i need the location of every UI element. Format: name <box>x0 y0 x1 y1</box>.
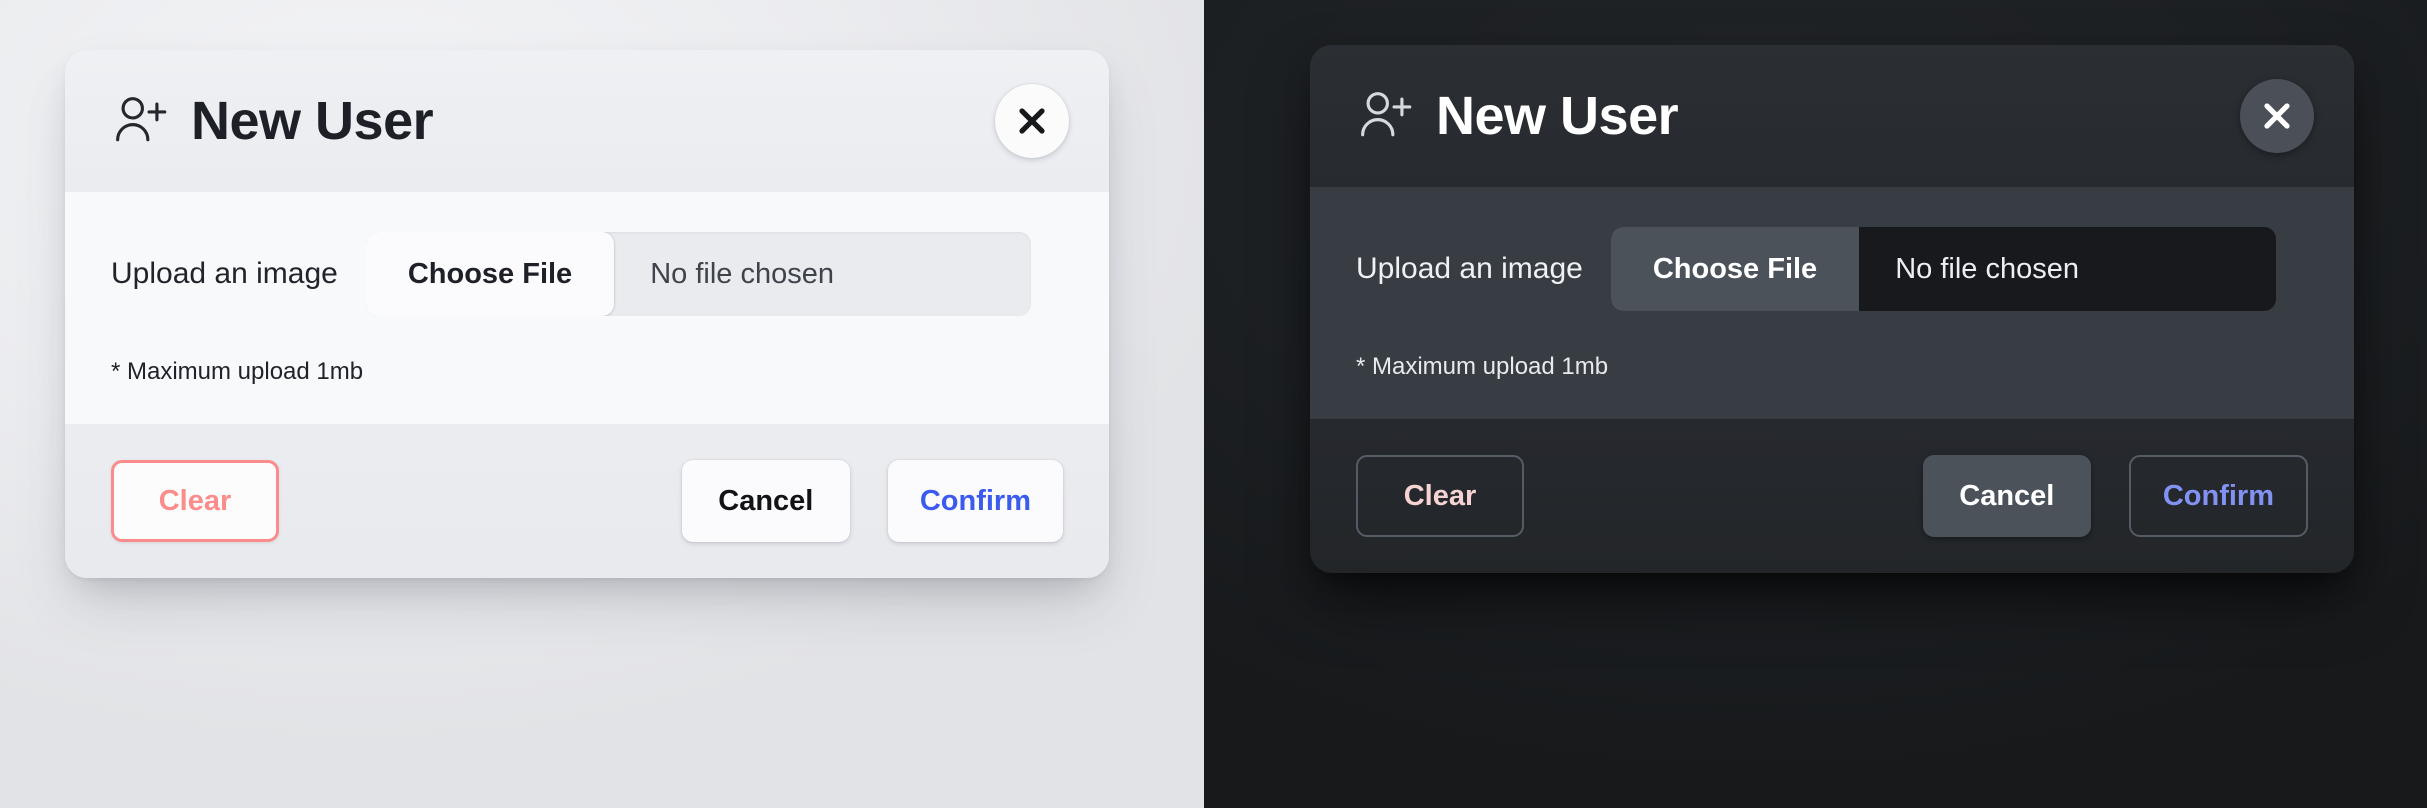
modal-footer: Clear Cancel Confirm <box>65 424 1109 578</box>
confirm-button[interactable]: Confirm <box>887 460 1063 542</box>
modal-body: Upload an image Choose File No file chos… <box>1310 187 2354 419</box>
file-input[interactable]: Choose File No file chosen <box>365 232 1031 316</box>
close-icon <box>1019 108 1045 134</box>
close-icon <box>2264 103 2290 129</box>
upload-row: Upload an image Choose File No file chos… <box>1356 227 2308 311</box>
file-status-text: No file chosen <box>1895 252 2079 285</box>
light-theme-pane: New User Upload an image Choose File No … <box>0 0 1204 808</box>
file-input[interactable]: Choose File No file chosen <box>1610 227 2276 311</box>
user-plus-icon <box>116 97 167 142</box>
modal-body: Upload an image Choose File No file chos… <box>65 192 1109 424</box>
upload-image-label: Upload an image <box>1356 252 1583 285</box>
close-button[interactable] <box>2240 79 2314 153</box>
max-upload-note: * Maximum upload 1mb <box>111 358 364 385</box>
screenshot-stage: New User Upload an image Choose File No … <box>0 0 2427 808</box>
page-title: New User <box>1436 86 1679 146</box>
upload-image-label: Upload an image <box>111 257 338 290</box>
cancel-button[interactable]: Cancel <box>1922 455 2091 537</box>
modal-header: New User <box>1310 45 2354 187</box>
cancel-button[interactable]: Cancel <box>681 460 850 542</box>
close-button[interactable] <box>995 84 1069 158</box>
modal-header: New User <box>65 50 1109 192</box>
user-plus-icon <box>1361 92 1412 137</box>
modal-footer: Clear Cancel Confirm <box>1310 419 2354 573</box>
clear-button[interactable]: Clear <box>111 460 279 542</box>
clear-button[interactable]: Clear <box>1356 455 1524 537</box>
page-title: New User <box>191 91 434 151</box>
max-upload-note: * Maximum upload 1mb <box>1356 353 1609 380</box>
dark-theme-pane: New User Upload an image Choose File No … <box>1204 0 2427 808</box>
choose-file-button[interactable]: Choose File <box>1610 227 1860 311</box>
confirm-button[interactable]: Confirm <box>2128 455 2308 537</box>
choose-file-button[interactable]: Choose File <box>365 232 615 316</box>
new-user-modal-light: New User Upload an image Choose File No … <box>65 50 1109 578</box>
new-user-modal-dark: New User Upload an image Choose File No … <box>1310 45 2354 573</box>
upload-row: Upload an image Choose File No file chos… <box>111 232 1063 316</box>
file-status-text: No file chosen <box>650 257 834 290</box>
